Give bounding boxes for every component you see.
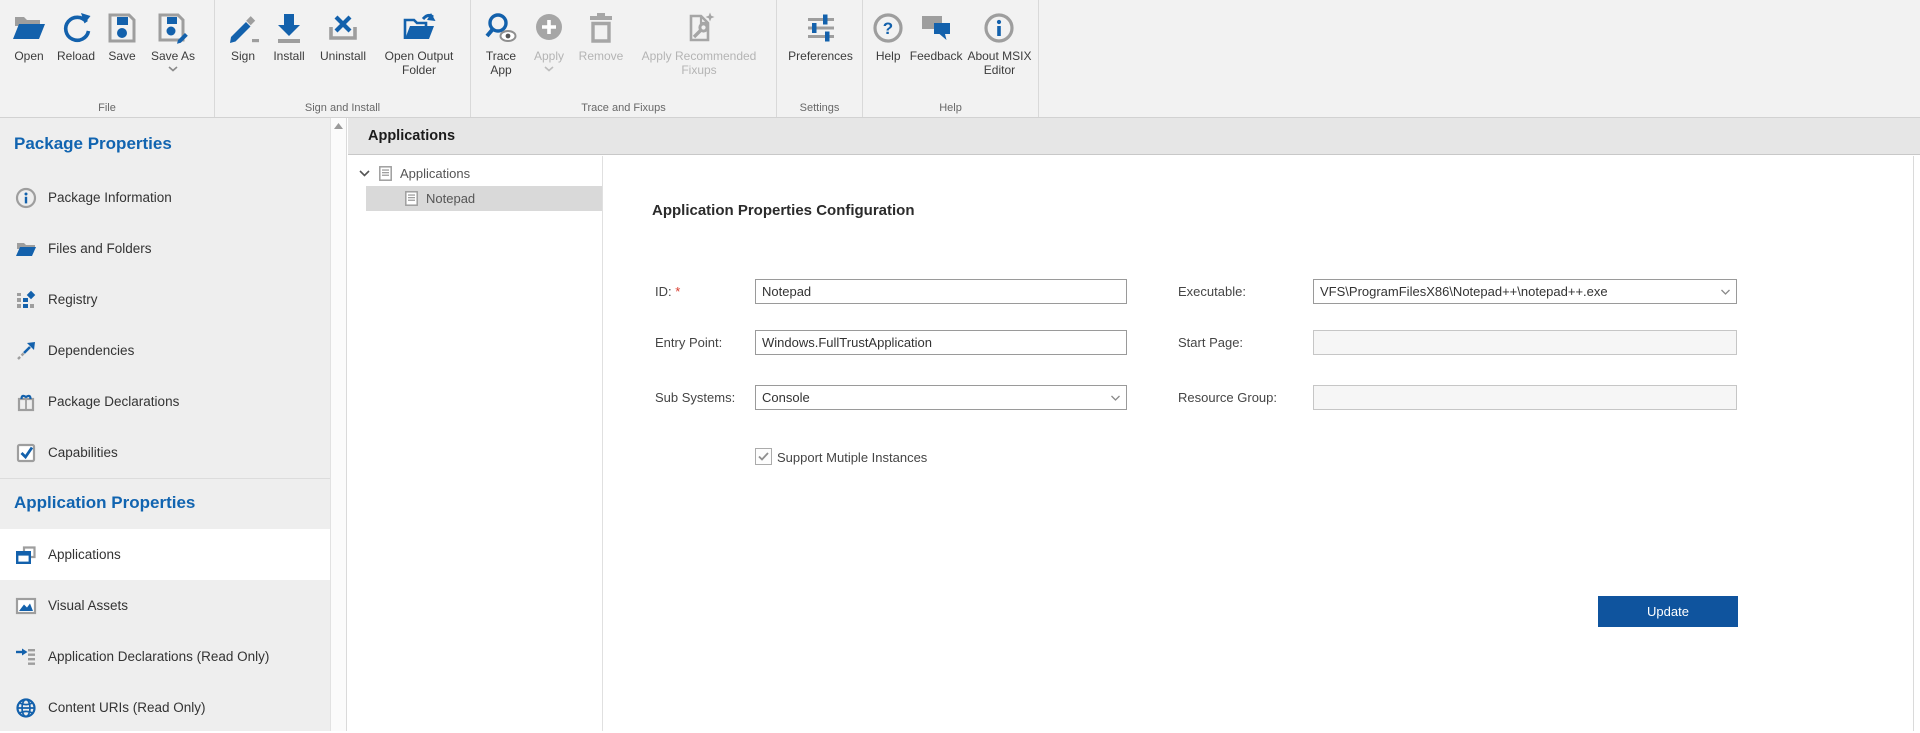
sidebar-item-applications[interactable]: Applications <box>0 529 330 580</box>
tree-node-applications[interactable]: Applications <box>348 161 602 186</box>
panel-title: Applications <box>368 128 455 144</box>
ribbon-group-trace-and-fixups: Trace App Apply Remove Apply Recommended… <box>471 0 777 117</box>
preferences-button[interactable]: Preferences <box>783 7 858 63</box>
tree-selection-highlight <box>366 186 602 211</box>
application-declarations-icon <box>14 645 38 669</box>
reload-button[interactable]: Reload <box>52 7 100 63</box>
sidebar-item-package-declarations[interactable]: Package Declarations <box>0 376 330 427</box>
package-properties-header: Package Properties <box>0 118 330 172</box>
reload-icon <box>58 9 94 47</box>
dependencies-icon <box>14 339 38 363</box>
install-button[interactable]: Install <box>265 7 313 63</box>
id-label: ID: * <box>655 279 680 304</box>
chevron-down-icon <box>168 66 178 72</box>
files-and-folders-icon <box>14 237 38 261</box>
chevron-down-icon <box>1721 289 1730 295</box>
sidebar-item-application-declarations[interactable]: Application Declarations (Read Only) <box>0 631 330 682</box>
registry-icon <box>14 288 38 312</box>
document-icon <box>405 191 418 206</box>
help-button[interactable]: ? Help <box>869 7 907 63</box>
ribbon-toolbar: Open Reload Save Save As File <box>0 0 1920 118</box>
uninstall-button[interactable]: Uninstall <box>313 7 373 63</box>
support-multiple-instances-checkbox <box>755 448 772 465</box>
navigation-sidebar: Package Properties Package Information F… <box>0 118 330 731</box>
save-as-icon <box>155 9 191 47</box>
ribbon-group-settings: Preferences Settings <box>777 0 863 117</box>
entry-point-input[interactable] <box>755 330 1127 355</box>
apply-icon <box>531 9 567 47</box>
sub-systems-combobox[interactable]: Console <box>755 385 1127 410</box>
application-properties-form: Application Properties Configuration ID:… <box>604 156 1920 731</box>
open-button[interactable]: Open <box>6 7 52 63</box>
package-information-icon <box>14 186 38 210</box>
sidebar-item-dependencies[interactable]: Dependencies <box>0 325 330 376</box>
sidebar-item-visual-assets[interactable]: Visual Assets <box>0 580 330 631</box>
sub-systems-label: Sub Systems: <box>655 385 735 410</box>
save-as-button[interactable]: Save As <box>144 7 202 72</box>
resource-group-input <box>1313 385 1737 410</box>
save-icon <box>104 9 140 47</box>
capabilities-icon <box>14 441 38 465</box>
content-uris-icon <box>14 696 38 720</box>
sign-button[interactable]: Sign <box>221 7 265 63</box>
sidebar-item-content-uris[interactable]: Content URIs (Read Only) <box>0 682 330 733</box>
application-properties-header: Application Properties <box>0 479 330 529</box>
ribbon-group-help: ? Help Feedback About MSIX Editor Help <box>863 0 1039 117</box>
form-title: Application Properties Configuration <box>652 202 915 219</box>
resource-group-label: Resource Group: <box>1178 385 1277 410</box>
ribbon-group-sign-and-install: Sign Install Uninstall Open Output Folde… <box>215 0 471 117</box>
open-output-folder-button[interactable]: Open Output Folder <box>373 7 465 77</box>
sign-icon <box>225 9 261 47</box>
required-asterisk: * <box>675 284 680 299</box>
start-page-input <box>1313 330 1737 355</box>
applications-icon <box>14 543 38 567</box>
save-button[interactable]: Save <box>100 7 144 63</box>
executable-label: Executable: <box>1178 279 1246 304</box>
chevron-down-icon <box>1111 395 1120 401</box>
chevron-down-icon <box>544 66 554 72</box>
uninstall-icon <box>325 9 361 47</box>
open-icon <box>11 9 47 47</box>
apply-recommended-fixups-icon <box>681 9 717 47</box>
entry-point-label: Entry Point: <box>655 330 722 355</box>
sidebar-scrollbar[interactable] <box>330 118 347 731</box>
preferences-icon <box>803 9 839 47</box>
id-input[interactable] <box>755 279 1127 304</box>
visual-assets-icon <box>14 594 38 618</box>
ribbon-group-file: Open Reload Save Save As File <box>0 0 215 117</box>
chevron-down-icon[interactable] <box>359 170 370 177</box>
sidebar-item-files-and-folders[interactable]: Files and Folders <box>0 223 330 274</box>
scroll-up-icon[interactable] <box>331 123 346 129</box>
install-icon <box>271 9 307 47</box>
sidebar-item-capabilities[interactable]: Capabilities <box>0 427 330 478</box>
start-page-label: Start Page: <box>1178 330 1243 355</box>
svg-text:?: ? <box>883 19 893 38</box>
trace-app-icon <box>483 9 519 47</box>
apply-button: Apply <box>525 7 573 72</box>
sidebar-item-registry[interactable]: Registry <box>0 274 330 325</box>
tree-node-notepad[interactable]: Notepad <box>348 186 602 211</box>
feedback-icon <box>918 9 954 47</box>
package-declarations-icon <box>14 390 38 414</box>
feedback-button[interactable]: Feedback <box>907 7 965 63</box>
document-icon <box>379 166 392 181</box>
trace-app-button[interactable]: Trace App <box>477 7 525 77</box>
open-output-folder-icon <box>401 9 437 47</box>
about-msix-editor-button[interactable]: About MSIX Editor <box>965 7 1034 77</box>
apply-recommended-fixups-button: Apply Recommended Fixups <box>629 7 769 77</box>
executable-combobox[interactable]: VFS\ProgramFilesX86\Notepad++\notepad++.… <box>1313 279 1737 304</box>
applications-tree: Applications Notepad <box>348 156 603 731</box>
checkmark-icon <box>758 452 769 461</box>
about-msix-editor-icon <box>981 9 1017 47</box>
content-scroll-edge <box>1913 156 1914 731</box>
remove-icon <box>583 9 619 47</box>
support-multiple-instances-label: Support Mutiple Instances <box>777 450 927 465</box>
update-button[interactable]: Update <box>1598 596 1738 627</box>
remove-button: Remove <box>573 7 629 63</box>
help-icon: ? <box>870 9 906 47</box>
content-header: Applications <box>348 118 1920 155</box>
sidebar-item-package-information[interactable]: Package Information <box>0 172 330 223</box>
